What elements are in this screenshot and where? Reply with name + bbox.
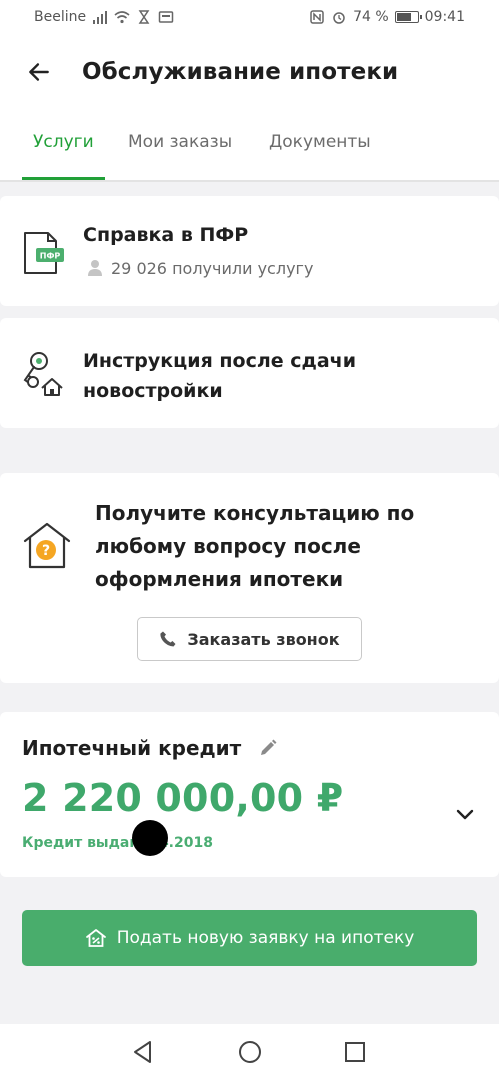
credit-issued-date: Кредит выдан .04.2018 — [22, 835, 213, 851]
tab-documents[interactable]: Документы — [269, 132, 371, 152]
nav-recents-icon[interactable] — [342, 1039, 368, 1065]
mortgage-credit-card[interactable]: Ипотечный кредит 2 220 000,00 ₽ Кредит в… — [0, 712, 499, 877]
order-call-label: Заказать звонок — [187, 629, 340, 649]
house-question-icon: ? — [23, 522, 71, 569]
chevron-down-icon[interactable] — [453, 802, 477, 826]
hourglass-icon — [136, 10, 152, 24]
phone-icon — [160, 631, 176, 647]
consultation-title: Получите консультацию по любому вопросу … — [95, 501, 415, 591]
carrier-name: Beeline — [34, 9, 87, 25]
consultation-card: ? Получите консультацию по любому вопрос… — [0, 473, 499, 683]
status-bar-right: 74 % 09:41 — [309, 9, 465, 25]
user-icon — [88, 260, 102, 276]
apply-button-label: Подать новую заявку на ипотеку — [116, 928, 415, 948]
clock: 09:41 — [424, 9, 465, 25]
apply-new-mortgage-button[interactable]: Подать новую заявку на ипотеку — [22, 910, 477, 966]
service-card-instruction[interactable]: Инструкция после сдачи новостройки — [0, 318, 499, 428]
service-title-pfr: Справка в ПФР — [83, 224, 249, 246]
service-card-pfr[interactable]: ПФР Справка в ПФР 29 026 получили услугу — [0, 196, 499, 306]
pencil-icon[interactable] — [258, 738, 278, 758]
system-nav-bar — [0, 1024, 499, 1080]
status-bar: Beeline 74 % 09:41 — [0, 0, 499, 34]
credit-title: Ипотечный кредит — [22, 736, 242, 760]
arrow-left-icon — [29, 63, 49, 81]
nav-home-icon[interactable] — [237, 1039, 263, 1065]
credit-amount: 2 220 000,00 ₽ — [22, 776, 344, 820]
house-percent-icon — [85, 929, 106, 947]
keys-house-icon — [23, 352, 63, 396]
battery-icon — [394, 11, 422, 23]
nfc-icon — [309, 10, 325, 24]
media-icon — [158, 10, 174, 24]
pfr-badge-text: ПФР — [40, 252, 61, 261]
redaction-mark — [132, 820, 168, 856]
document-pfr-icon: ПФР — [24, 232, 64, 274]
status-bar-left: Beeline — [34, 9, 174, 25]
nav-back-icon[interactable] — [130, 1039, 156, 1065]
order-call-button[interactable]: Заказать звонок — [137, 617, 362, 661]
service-title-instruction: Инструкция после сдачи новостройки — [83, 350, 357, 402]
service-subtitle-pfr: 29 026 получили услугу — [111, 259, 314, 278]
wifi-icon — [114, 10, 130, 24]
app-header: Обслуживание ипотеки — [0, 34, 499, 110]
page-title: Обслуживание ипотеки — [82, 59, 399, 85]
tab-my-orders[interactable]: Мои заказы — [128, 132, 232, 152]
battery-percent: 74 % — [353, 9, 389, 25]
active-tab-indicator — [22, 177, 105, 180]
tab-services[interactable]: Услуги — [33, 132, 94, 152]
svg-text:?: ? — [42, 543, 50, 559]
alarm-icon — [331, 10, 347, 24]
tab-bar: Услуги Мои заказы Документы — [0, 110, 499, 182]
signal-icon — [92, 10, 108, 24]
back-button[interactable] — [22, 55, 56, 89]
